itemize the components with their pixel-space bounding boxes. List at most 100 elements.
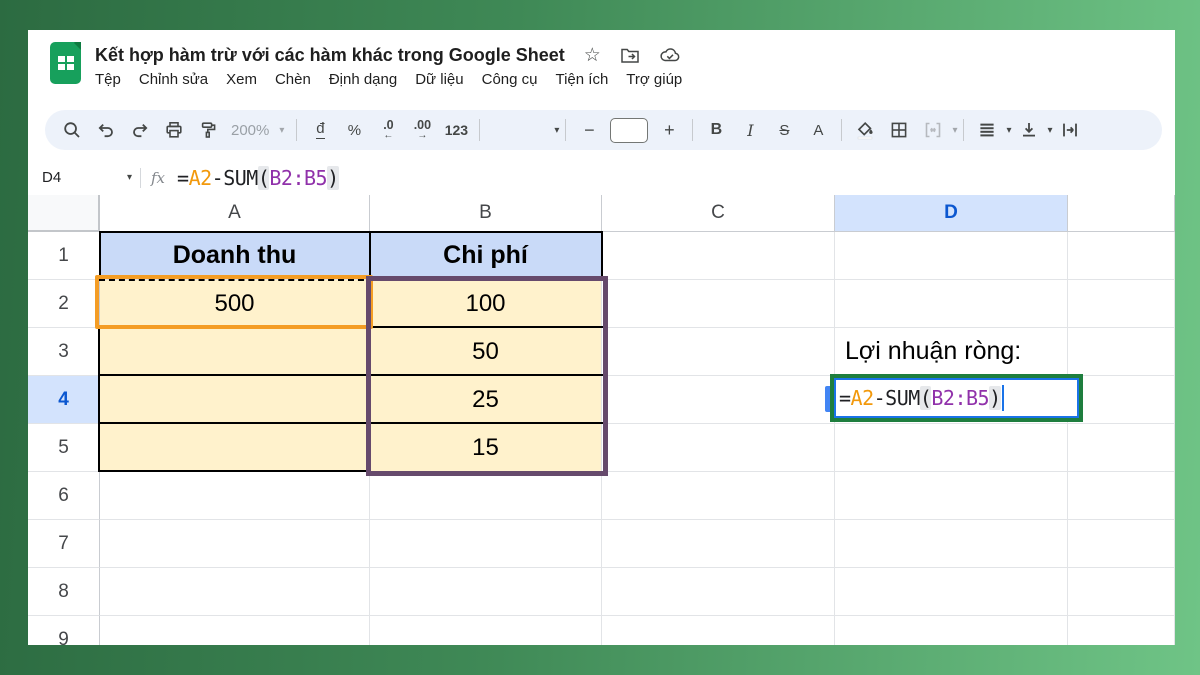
menu-format[interactable]: Định dạng	[320, 71, 406, 88]
format-currency-button[interactable]: đ	[303, 112, 337, 148]
cell-C2[interactable]	[602, 280, 835, 328]
redo-button[interactable]	[123, 112, 157, 148]
strikethrough-button[interactable]: S	[767, 112, 801, 148]
cell-A8[interactable]	[100, 568, 370, 616]
vertical-align-button[interactable]	[1012, 112, 1046, 148]
row-header-5[interactable]: 5	[28, 424, 100, 472]
menu-data[interactable]: Dữ liệu	[406, 71, 472, 88]
cell-D6[interactable]	[835, 472, 1068, 520]
cell-B2[interactable]: 100	[370, 280, 602, 328]
cell-E7[interactable]	[1068, 520, 1175, 568]
cell-D9[interactable]	[835, 616, 1068, 645]
document-title[interactable]: Kết hợp hàm trừ với các hàm khác trong G…	[95, 45, 565, 66]
row-header-7[interactable]: 7	[28, 520, 100, 568]
cell-A1[interactable]: Doanh thu	[100, 232, 370, 280]
cell-E1[interactable]	[1068, 232, 1175, 280]
cell-E3[interactable]	[1068, 328, 1175, 376]
undo-button[interactable]	[89, 112, 123, 148]
cell-B7[interactable]	[370, 520, 602, 568]
merge-cells-caret-icon[interactable]: ▾	[952, 125, 957, 136]
print-button[interactable]	[157, 112, 191, 148]
google-sheets-logo-icon[interactable]	[50, 42, 81, 84]
column-header-b[interactable]: B	[370, 195, 602, 232]
menu-help[interactable]: Trợ giúp	[617, 71, 691, 88]
column-header-d[interactable]: D	[835, 195, 1068, 232]
name-box[interactable]: D4▾	[28, 169, 132, 186]
decrease-decimal-button[interactable]: .0←	[371, 112, 405, 148]
move-to-folder-icon[interactable]	[620, 46, 640, 64]
cell-A6[interactable]	[100, 472, 370, 520]
cell-D8[interactable]	[835, 568, 1068, 616]
paint-format-button[interactable]	[191, 112, 225, 148]
cell-A3[interactable]	[100, 328, 370, 376]
font-select-caret-icon[interactable]: ▾	[554, 125, 559, 136]
cell-C8[interactable]	[602, 568, 835, 616]
cell-C6[interactable]	[602, 472, 835, 520]
cell-D5[interactable]	[835, 424, 1068, 472]
row-header-3[interactable]: 3	[28, 328, 100, 376]
cell-E6[interactable]	[1068, 472, 1175, 520]
row-header-8[interactable]: 8	[28, 568, 100, 616]
decrease-font-size-button[interactable]: −	[572, 112, 606, 148]
cell-B9[interactable]	[370, 616, 602, 645]
cell-editor-d4[interactable]: =A2-SUM(B2:B5)	[830, 374, 1083, 422]
cell-C5[interactable]	[602, 424, 835, 472]
cell-C9[interactable]	[602, 616, 835, 645]
cell-E8[interactable]	[1068, 568, 1175, 616]
text-wrap-button[interactable]	[1053, 112, 1087, 148]
cell-A5[interactable]	[100, 424, 370, 472]
horizontal-align-button[interactable]	[970, 112, 1004, 148]
italic-button[interactable]: I	[733, 112, 767, 148]
cell-A2[interactable]: 500	[100, 280, 370, 328]
increase-font-size-button[interactable]: +	[652, 112, 686, 148]
menu-extensions[interactable]: Tiện ích	[546, 71, 617, 88]
cell-E2[interactable]	[1068, 280, 1175, 328]
cell-A4[interactable]	[100, 376, 370, 424]
cell-B5[interactable]: 15	[370, 424, 602, 472]
row-header-4[interactable]: 4	[28, 376, 100, 424]
increase-decimal-button[interactable]: .00→	[405, 112, 439, 148]
search-icon[interactable]	[55, 112, 89, 148]
column-header-c[interactable]: C	[602, 195, 835, 232]
fill-color-button[interactable]	[848, 112, 882, 148]
menu-view[interactable]: Xem	[217, 71, 266, 88]
cell-D1[interactable]	[835, 232, 1068, 280]
text-color-button[interactable]: A	[801, 112, 835, 148]
cell-B1[interactable]: Chi phí	[370, 232, 602, 280]
cell-E5[interactable]	[1068, 424, 1175, 472]
cloud-saved-icon[interactable]	[659, 47, 681, 63]
format-percent-button[interactable]: %	[337, 112, 371, 148]
cell-B3[interactable]: 50	[370, 328, 602, 376]
more-formats-button[interactable]: 123	[439, 112, 473, 148]
cell-C1[interactable]	[602, 232, 835, 280]
cell-C4[interactable]	[602, 376, 835, 424]
menu-insert[interactable]: Chèn	[266, 71, 320, 88]
row-header-9[interactable]: 9	[28, 616, 100, 645]
formula-input[interactable]: =A2-SUM(B2:B5)	[177, 166, 339, 190]
column-header-e[interactable]	[1068, 195, 1175, 232]
row-header-6[interactable]: 6	[28, 472, 100, 520]
merge-cells-button[interactable]	[916, 112, 950, 148]
cell-B6[interactable]	[370, 472, 602, 520]
cell-A9[interactable]	[100, 616, 370, 645]
cell-E9[interactable]	[1068, 616, 1175, 645]
cell-C3[interactable]	[602, 328, 835, 376]
cell-E4[interactable]	[1068, 376, 1175, 424]
bold-button[interactable]: B	[699, 112, 733, 148]
zoom-select[interactable]: 200%▾	[225, 122, 290, 139]
cell-D3[interactable]: Lợi nhuận ròng:	[835, 328, 1068, 376]
cell-C7[interactable]	[602, 520, 835, 568]
menu-edit[interactable]: Chỉnh sửa	[130, 71, 217, 88]
cell-A7[interactable]	[100, 520, 370, 568]
row-header-1[interactable]: 1	[28, 232, 100, 280]
row-header-2[interactable]: 2	[28, 280, 100, 328]
menu-tools[interactable]: Công cụ	[473, 71, 547, 88]
select-all-corner[interactable]	[28, 195, 100, 232]
cell-D7[interactable]	[835, 520, 1068, 568]
borders-button[interactable]	[882, 112, 916, 148]
menu-file[interactable]: Tệp	[95, 71, 130, 88]
star-icon[interactable]: ☆	[584, 46, 601, 65]
font-size-input[interactable]	[610, 118, 648, 143]
cell-B8[interactable]	[370, 568, 602, 616]
cell-B4[interactable]: 25	[370, 376, 602, 424]
